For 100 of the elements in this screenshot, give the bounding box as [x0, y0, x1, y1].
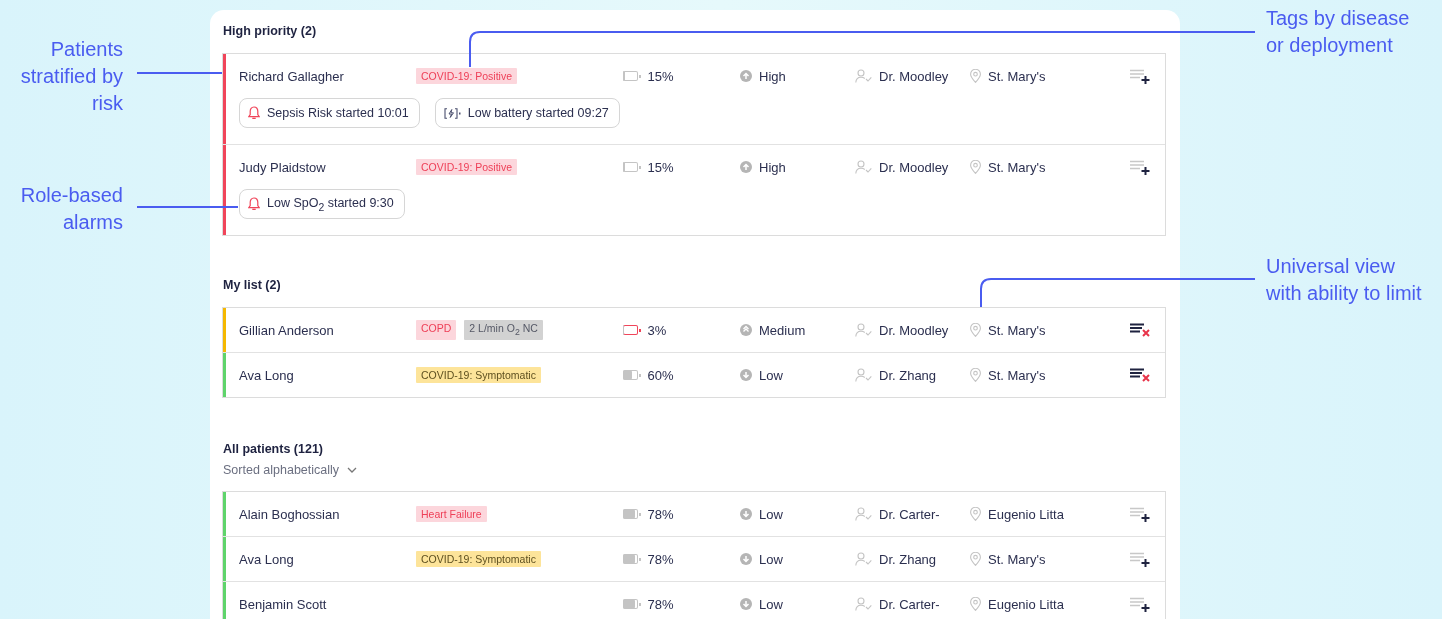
person-check-icon: [855, 323, 872, 337]
location-name: St. Mary's: [988, 159, 1046, 175]
person-check-icon: [855, 69, 872, 83]
battery-reading: 3%: [647, 322, 667, 338]
location-name: St. Mary's: [988, 68, 1046, 84]
condition-tag: COPD: [416, 320, 457, 340]
chevron-down-icon: [347, 467, 358, 473]
section-title: All patients (121): [222, 441, 325, 457]
location-pin-icon: [970, 160, 981, 174]
location-name: St. Mary's: [988, 367, 1046, 383]
list-plus-icon: [1130, 68, 1151, 84]
doctor-name: Dr. Carter-: [879, 596, 940, 612]
acuity-label: High: [759, 68, 786, 84]
doctor-name: Dr. Moodley: [879, 322, 949, 338]
list-plus-icon: [1130, 551, 1151, 567]
list-remove-icon: [1130, 323, 1151, 337]
callout-text: Patients stratified by risk: [20, 37, 123, 116]
bell-icon: [248, 106, 260, 120]
battery-icon: [623, 162, 641, 172]
bell-icon: [248, 197, 260, 211]
list-plus-icon: [1130, 596, 1151, 612]
location-pin-icon: [970, 368, 981, 382]
patient-name[interactable]: Gillian Anderson: [239, 322, 416, 338]
location-name: Eugenio Litta: [988, 506, 1064, 522]
battery-reading: 78%: [647, 506, 674, 522]
location-pin-icon: [970, 507, 981, 521]
list-plus-icon: [1130, 159, 1151, 175]
doctor-name: Dr. Carter-: [879, 506, 940, 522]
acuity-label: High: [759, 159, 786, 175]
arrow-down-icon: [740, 598, 752, 610]
add-to-list-button[interactable]: [1130, 551, 1151, 567]
add-to-list-button[interactable]: [1130, 506, 1151, 522]
battery-reading: 15%: [647, 159, 674, 175]
location-pin-icon: [970, 552, 981, 566]
doctor-name: Dr. Zhang: [879, 367, 937, 383]
location-name: St. Mary's: [988, 551, 1046, 567]
add-to-list-button[interactable]: [1130, 596, 1151, 612]
acuity-label: Low: [759, 551, 783, 567]
battery-reading: 60%: [647, 367, 674, 383]
condition-tag: COVID-19: Symptomatic: [416, 367, 541, 383]
arrow-down-icon: [740, 369, 752, 381]
doctor-name: Dr. Moodley: [879, 159, 949, 175]
list-plus-icon: [1130, 506, 1151, 522]
doctor-name: Dr. Moodley: [879, 68, 949, 84]
condition-tag: Heart Failure: [416, 506, 487, 522]
person-check-icon: [855, 368, 872, 382]
sort-dropdown[interactable]: Sorted alphabetically: [222, 461, 358, 479]
person-check-icon: [855, 160, 872, 174]
acuity-label: Medium: [759, 322, 806, 338]
location-name: St. Mary's: [988, 322, 1046, 338]
battery-icon: [623, 509, 641, 519]
location-pin-icon: [970, 323, 981, 337]
battery-reading: 15%: [647, 68, 674, 84]
section-title: High priority (2): [222, 23, 318, 39]
patient-name[interactable]: Benjamin Scott: [239, 596, 416, 612]
battery-reading: 78%: [647, 551, 674, 567]
patient-name[interactable]: Ava Long: [239, 367, 416, 383]
callout-text: Universal view with ability to limit: [1266, 254, 1423, 306]
alarm-chip[interactable]: Sepsis Risk started 10:01: [239, 98, 420, 128]
condition-tag: COVID-19: Symptomatic: [416, 551, 541, 567]
arrow-down-icon: [740, 553, 752, 565]
location-pin-icon: [970, 597, 981, 611]
battery-icon: [623, 554, 641, 564]
remove-from-list-button[interactable]: [1130, 323, 1151, 337]
battery-reading: 78%: [647, 596, 674, 612]
section-title: My list (2): [222, 277, 282, 293]
alarm-chip[interactable]: Low SpO$_{2}$ started 9:30: [239, 189, 405, 219]
list-remove-icon: [1130, 368, 1151, 382]
condition-tag: COVID-19: Positive: [416, 159, 518, 175]
acuity-label: Low: [759, 506, 783, 522]
battery-icon: [623, 370, 641, 380]
remove-from-list-button[interactable]: [1130, 368, 1151, 382]
person-check-icon: [855, 597, 872, 611]
arrow-down-icon: [740, 508, 752, 520]
add-to-list-button[interactable]: [1130, 159, 1151, 175]
callout-text: Role-based alarms: [19, 183, 123, 235]
chevron-up-icon: [740, 324, 752, 336]
alarm-text: Low battery started 09:27: [467, 106, 609, 120]
callout-text: Tags by disease or deployment: [1266, 6, 1411, 58]
patient-name[interactable]: Judy Plaidstow: [239, 159, 416, 175]
battery-icon: [623, 325, 641, 335]
battery-bolt-icon: [443, 107, 461, 119]
alarm-chip[interactable]: Low battery started 09:27: [434, 98, 620, 128]
condition-tag: 2 L/min O$_{2}$ NC: [464, 320, 543, 340]
add-to-list-button[interactable]: [1130, 68, 1151, 84]
acuity-label: Low: [759, 596, 783, 612]
doctor-name: Dr. Zhang: [879, 551, 937, 567]
location-pin-icon: [970, 69, 981, 83]
battery-icon: [623, 599, 641, 609]
alarm-text: Sepsis Risk started 10:01: [267, 106, 409, 120]
patient-name[interactable]: Ava Long: [239, 551, 416, 567]
patient-name[interactable]: Richard Gallagher: [239, 68, 416, 84]
alarm-text: Low SpO$_{2}$ started 9:30: [267, 195, 394, 213]
arrow-up-icon: [740, 70, 752, 82]
condition-tag: COVID-19: Positive: [416, 68, 518, 84]
acuity-label: Low: [759, 367, 783, 383]
person-check-icon: [855, 507, 872, 521]
battery-icon: [623, 71, 641, 81]
patient-name[interactable]: Alain Boghossian: [239, 506, 416, 522]
person-check-icon: [855, 552, 872, 566]
